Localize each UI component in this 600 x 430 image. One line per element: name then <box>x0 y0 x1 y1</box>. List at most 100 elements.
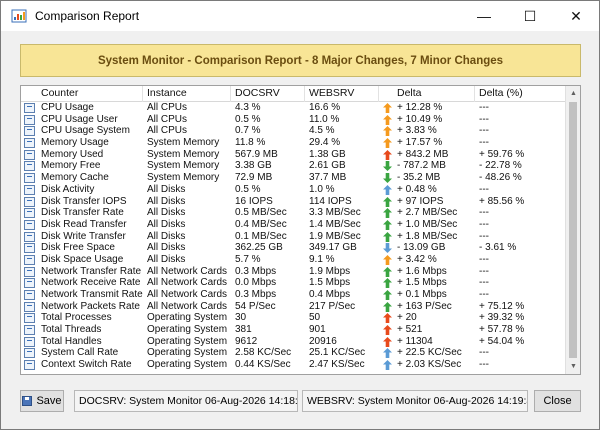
docsrv-value-cell: 0.4 MB/Sec <box>235 218 287 230</box>
table-row[interactable]: Total Threads Operating System 381 901 + 521… <box>21 324 566 336</box>
table-header: Counter Instance DOCSRV WEBSRV Delta Del… <box>21 86 566 102</box>
table-row[interactable]: Total Processes Operating System 30 50 + 20 +… <box>21 312 566 324</box>
table-row[interactable]: Disk Read Transfer All Disks 0.4 MB/Sec 1.4… <box>21 219 566 231</box>
delta-cell: + 11304 <box>397 335 433 347</box>
instance-cell: System Memory <box>147 148 220 160</box>
docsrv-value-cell: 5.7 % <box>235 253 261 265</box>
delta-cell: + 12.28 % <box>397 102 443 113</box>
table-row[interactable]: Disk Transfer IOPS All Disks 16 IOPS 114 IO… <box>21 196 566 208</box>
docsrv-value-cell: 16 IOPS <box>235 195 273 207</box>
delta-percent-cell: + 85.56 % <box>479 195 525 207</box>
websrv-value-cell: 1.0 % <box>309 183 335 195</box>
table-row[interactable]: Disk Transfer Rate All Disks 0.5 MB/Sec 3.3… <box>21 207 566 219</box>
window-title: Comparison Report <box>35 9 140 23</box>
delta-cell: + 22.5 KC/Sec <box>397 347 462 359</box>
delta-cell: + 2.03 KS/Sec <box>397 359 462 371</box>
delta-percent-cell: --- <box>479 207 489 219</box>
table-row[interactable]: Disk Activity All Disks 0.5 % 1.0 % + 0.48 %… <box>21 184 566 196</box>
arrow-up-icon <box>383 290 392 300</box>
arrow-up-icon <box>383 138 392 149</box>
minimize-button[interactable]: — <box>461 1 507 31</box>
table-row[interactable]: Disk Write Transfer All Disks 0.1 MB/Sec 1.… <box>21 231 566 243</box>
column-header-delta[interactable]: Delta <box>379 86 475 102</box>
table-row[interactable]: CPU Usage User All CPUs 0.5 % 11.0 % + 10.49… <box>21 114 566 126</box>
column-header-delta-percent[interactable]: Delta (%) <box>475 86 566 102</box>
table-row[interactable]: Memory Usage System Memory 11.8 % 29.4 % + 1… <box>21 137 566 149</box>
websrv-value-cell: 1.38 GB <box>309 148 346 160</box>
scroll-down-arrow-icon[interactable]: ▼ <box>566 359 580 374</box>
docsrv-value-cell: 4.3 % <box>235 102 261 113</box>
websrv-value-cell: 11.0 % <box>309 113 340 125</box>
delta-percent-cell: --- <box>479 125 489 137</box>
table-row[interactable]: Memory Cache System Memory 72.9 MB 37.7 MB -… <box>21 172 566 184</box>
window-close-button[interactable]: ✕ <box>553 1 599 31</box>
table-row[interactable]: System Call Rate Operating System 2.58 KC/… <box>21 347 566 359</box>
arrow-up-icon <box>383 278 392 289</box>
docsrv-value-cell: 0.1 MB/Sec <box>235 230 287 242</box>
websrv-value-cell: 114 IOPS <box>309 195 352 207</box>
arrow-up-icon <box>383 301 392 312</box>
comparison-report-window: Comparison Report — ☐ ✕ System Monitor -… <box>0 0 600 430</box>
column-header-docsrv[interactable]: DOCSRV <box>231 86 305 102</box>
scrollbar-thumb[interactable] <box>569 102 577 358</box>
instance-cell: System Memory <box>147 172 220 184</box>
arrow-up-icon <box>383 360 392 371</box>
docsrv-value-cell: 0.3 Mbps <box>235 289 277 300</box>
report-app-icon <box>11 9 27 23</box>
delta-percent-cell: --- <box>479 113 489 125</box>
table-row[interactable]: Network Transmit Rate All Network Cards 0.… <box>21 289 566 301</box>
counter-cell: Disk Write Transfer <box>41 230 126 242</box>
delta-cell: + 0.1 Mbps <box>397 289 447 300</box>
instance-cell: Operating System <box>147 359 228 371</box>
table-row[interactable]: Memory Free System Memory 3.38 GB 2.61 GB - … <box>21 160 566 172</box>
vertical-scrollbar[interactable]: ▲ ▼ <box>565 86 580 374</box>
column-header-websrv[interactable]: WEBSRV <box>305 86 379 102</box>
save-button[interactable]: Save <box>20 390 64 412</box>
column-header-instance[interactable]: Instance <box>143 86 231 102</box>
table-row[interactable]: Network Packets Rate All Network Cards 54 … <box>21 301 566 313</box>
instance-cell: All Disks <box>147 183 186 195</box>
table-row[interactable]: Memory Used System Memory 567.9 MB 1.38 GB +… <box>21 149 566 161</box>
table-row[interactable]: CPU Usage All CPUs 4.3 % 16.6 % + 12.28 % --- <box>21 102 566 114</box>
table-row[interactable]: Total Handles Operating System 9612 20916 + … <box>21 336 566 348</box>
delta-percent-cell: + 59.76 % <box>479 148 525 160</box>
table-body: CPU Usage All CPUs 4.3 % 16.6 % + 12.28 % ---… <box>21 102 566 371</box>
table-row[interactable]: Disk Free Space All Disks 362.25 GB 349.17 … <box>21 242 566 254</box>
delta-percent-cell: - 3.61 % <box>479 242 517 254</box>
delta-percent-cell: + 75.12 % <box>479 300 525 312</box>
counter-cell: Disk Free Space <box>41 242 115 254</box>
docsrv-value-cell: 11.8 % <box>235 137 266 149</box>
delta-cell: + 1.8 MB/Sec <box>397 230 458 242</box>
counter-cell: Network Packets Rate <box>41 300 140 312</box>
delta-cell: - 787.2 MB <box>397 160 446 172</box>
table-row[interactable]: CPU Usage System All CPUs 0.7 % 4.5 % + 3.83… <box>21 125 566 137</box>
delta-percent-cell: --- <box>479 253 489 265</box>
counter-cell: Total Processes <box>41 312 112 324</box>
counter-cell: Memory Used <box>41 148 104 160</box>
instance-cell: Operating System <box>147 335 228 347</box>
websrv-value-cell: 2.47 KS/Sec <box>309 359 365 371</box>
table-row[interactable]: Disk Space Usage All Disks 5.7 % 9.1 % + 3.4… <box>21 254 566 266</box>
table-row[interactable]: Network Receive Rate All Network Cards 0.0… <box>21 277 566 289</box>
comparison-table: Counter Instance DOCSRV WEBSRV Delta Del… <box>20 85 581 375</box>
arrow-up-icon <box>383 208 392 219</box>
counter-cell: Disk Transfer IOPS <box>41 195 127 207</box>
close-button[interactable]: Close <box>534 390 581 412</box>
column-header-counter[interactable]: Counter <box>21 86 143 102</box>
scroll-up-arrow-icon[interactable]: ▲ <box>566 86 580 101</box>
delta-cell: + 0.48 % <box>397 183 437 195</box>
counter-cell: CPU Usage <box>41 102 94 113</box>
arrow-up-icon <box>383 126 392 137</box>
delta-percent-cell: + 39.32 % <box>479 312 525 324</box>
table-row[interactable]: Context Switch Rate Operating System 0.44 … <box>21 359 566 371</box>
docsrv-value-cell: 0.5 MB/Sec <box>235 207 287 219</box>
arrow-up-icon <box>383 184 392 195</box>
docsrv-value-cell: 9612 <box>235 335 258 347</box>
instance-cell: All CPUs <box>147 113 188 125</box>
delta-percent-cell: + 54.04 % <box>479 335 525 347</box>
maximize-button[interactable]: ☐ <box>507 1 553 31</box>
report-summary-banner: System Monitor - Comparison Report - 8 M… <box>20 44 581 77</box>
arrow-down-icon <box>383 161 392 172</box>
delta-percent-cell: --- <box>479 218 489 230</box>
table-row[interactable]: Network Transfer Rate All Network Cards 0.… <box>21 266 566 278</box>
